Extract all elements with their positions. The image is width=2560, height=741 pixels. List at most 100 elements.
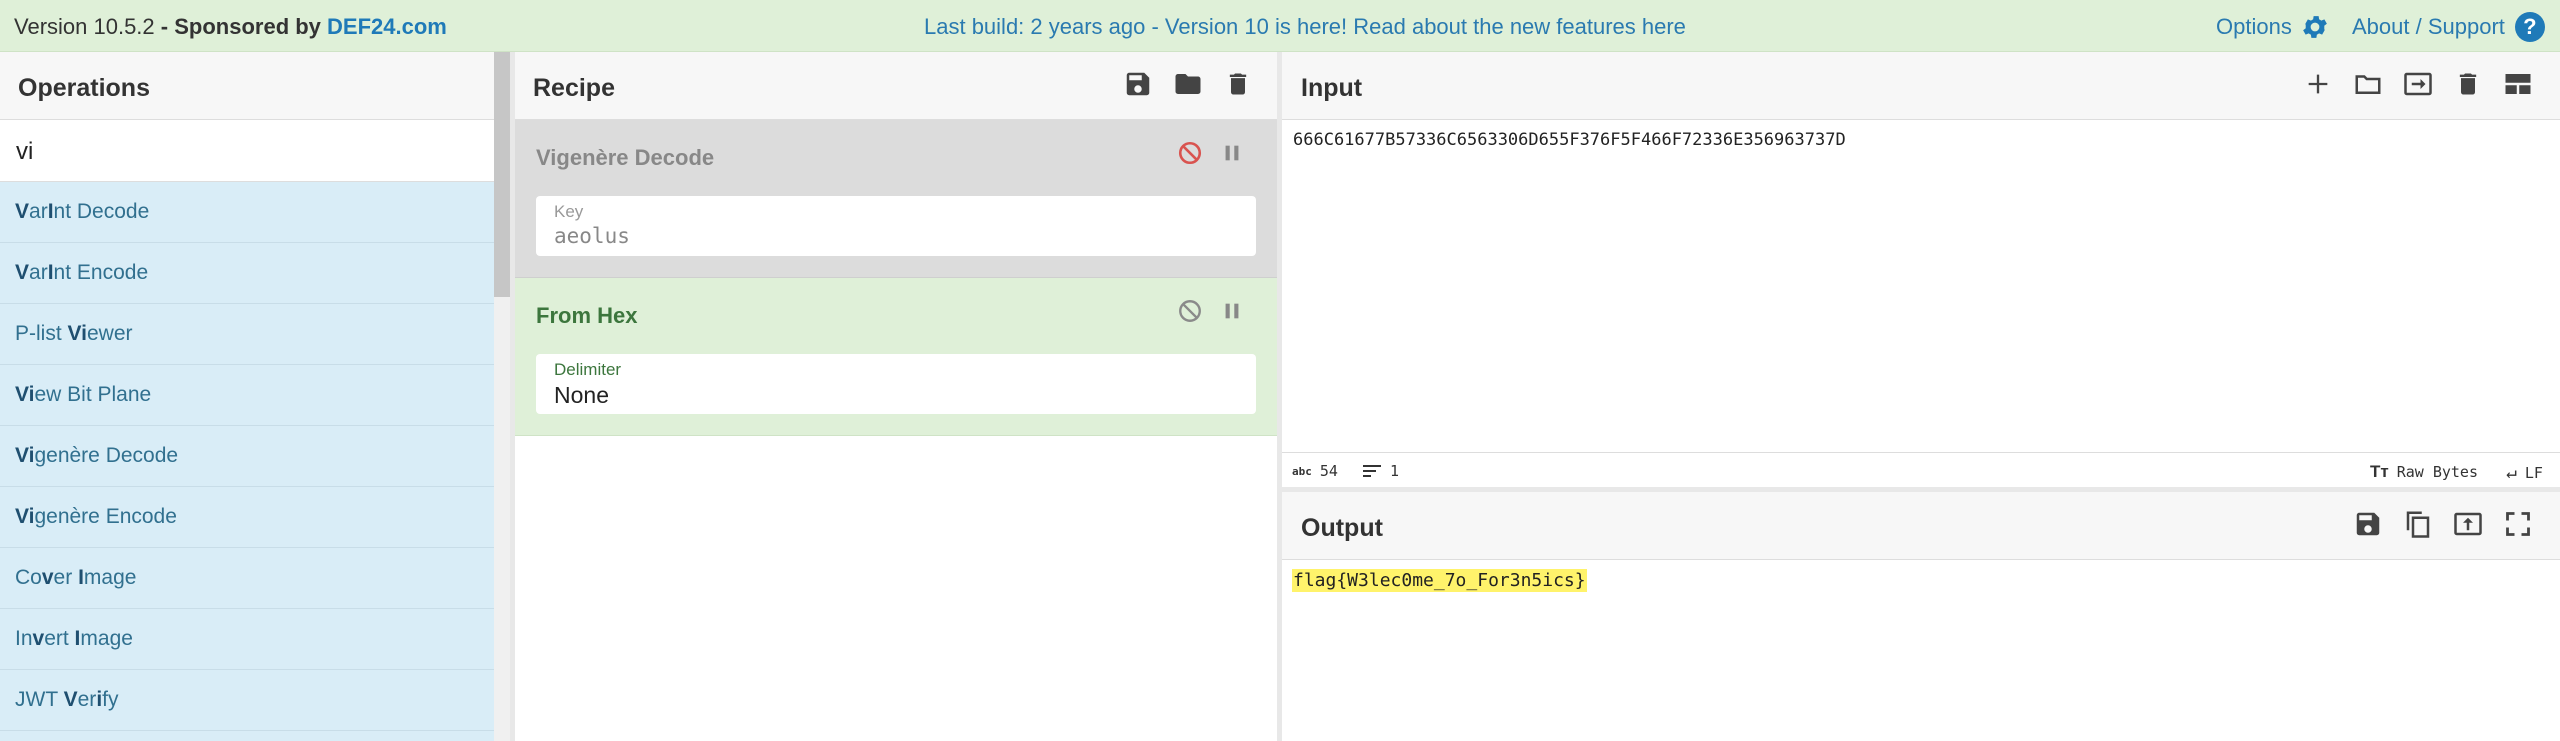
lines-status: 1 bbox=[1362, 462, 1399, 480]
text-size-icon: Tт bbox=[2370, 462, 2389, 481]
operation-item[interactable]: Vigenère Encode bbox=[0, 487, 494, 548]
maximize-icon[interactable] bbox=[2502, 508, 2534, 540]
options-button[interactable]: Options bbox=[2216, 12, 2330, 42]
operations-list: VarInt Decode VarInt Encode P-list Viewer V… bbox=[0, 182, 494, 741]
op-controls bbox=[1177, 298, 1243, 324]
open-file-icon[interactable] bbox=[2402, 68, 2434, 100]
operation-item-text: Vi bbox=[67, 322, 87, 345]
operations-panel: Operations vi VarInt Decode VarInt Encode… bbox=[0, 52, 494, 741]
operation-item-text: P-list bbox=[15, 322, 68, 345]
operation-item-text: Vi bbox=[15, 444, 35, 467]
delimiter-label: Delimiter bbox=[554, 360, 622, 379]
recipe-op-from-hex[interactable]: From Hex Delimiter None bbox=[515, 278, 1277, 436]
pause-icon[interactable] bbox=[1221, 299, 1243, 323]
build-notice-link[interactable]: Last build: 2 years ago - Version 10 is … bbox=[924, 14, 1686, 40]
help-icon: ? bbox=[2514, 12, 2545, 42]
input-toolbar bbox=[2302, 68, 2534, 100]
sponsor-link[interactable]: DEF24.com bbox=[327, 14, 447, 39]
folder-icon[interactable] bbox=[1172, 68, 1204, 100]
output-textarea[interactable]: flag{W3lec0me_7o_For3n5ics} bbox=[1282, 560, 2560, 592]
operation-item[interactable]: VarInt Encode bbox=[0, 243, 494, 304]
input-panel: Input 666C61677B57336C6563306D655F376F5F… bbox=[1282, 52, 2560, 487]
operation-item[interactable]: View Bit Plane bbox=[0, 365, 494, 426]
recipe-op-vigenere-decode[interactable]: Vigenère Decode Key aeolus bbox=[515, 120, 1277, 278]
operation-item-text: ert bbox=[44, 627, 75, 650]
key-field[interactable]: Key aeolus bbox=[536, 196, 1256, 256]
operation-item-text: In bbox=[15, 627, 33, 650]
operation-item-text: V bbox=[15, 200, 30, 223]
operation-item-text: ew Bit Plane bbox=[34, 383, 152, 406]
pause-icon[interactable] bbox=[1221, 141, 1243, 165]
delimiter-value: None bbox=[554, 382, 609, 408]
recipe-panel: Recipe Vigenère Decode Key aeolus From H… bbox=[515, 52, 1277, 741]
operation-item-text: genère Decode bbox=[34, 444, 179, 467]
add-tab-icon[interactable] bbox=[2302, 68, 2334, 100]
op-controls bbox=[1177, 140, 1243, 166]
operation-item-text: JWT bbox=[15, 688, 64, 711]
delimiter-field[interactable]: Delimiter None bbox=[536, 354, 1256, 414]
operation-item-text: nt Encode bbox=[53, 261, 149, 284]
lines-value: 1 bbox=[1390, 462, 1400, 480]
operation-item[interactable]: JWT Verify bbox=[0, 670, 494, 731]
operations-title: Operations bbox=[18, 74, 150, 102]
operation-item-text: v bbox=[41, 566, 54, 589]
sponsored-label: - Sponsored by bbox=[160, 14, 321, 39]
operation-item[interactable]: P-list Viewer bbox=[0, 304, 494, 365]
recipe-header: Recipe bbox=[515, 52, 1277, 120]
output-title: Output bbox=[1301, 514, 1383, 542]
layout-icon[interactable] bbox=[2502, 68, 2534, 100]
about-support-button[interactable]: About / Support ? bbox=[2352, 12, 2545, 42]
operation-item-text: Co bbox=[15, 566, 42, 589]
operation-item-text: genère Encode bbox=[34, 505, 177, 528]
eol-status[interactable]: ↵ LF bbox=[2506, 462, 2543, 483]
operation-item[interactable]: VarInt Decode bbox=[0, 182, 494, 243]
length-status: abc 54 bbox=[1292, 462, 1338, 480]
operations-scrollbar[interactable] bbox=[494, 52, 510, 741]
recipe-toolbar bbox=[1122, 68, 1254, 100]
copy-icon[interactable] bbox=[2402, 508, 2434, 540]
operation-item-text: ar bbox=[29, 200, 48, 223]
version-label: Version 10.5.2 bbox=[14, 14, 155, 39]
encoding-value: Raw Bytes bbox=[2396, 463, 2478, 481]
trash-icon[interactable] bbox=[2452, 68, 2484, 100]
operation-item-text: v bbox=[32, 627, 45, 650]
abc-icon: abc bbox=[1292, 464, 1312, 478]
operation-item[interactable]: Invert Image bbox=[0, 609, 494, 670]
operation-item-text: er bbox=[53, 566, 79, 589]
length-value: 54 bbox=[1319, 462, 1338, 480]
operation-item-text: fy bbox=[102, 688, 119, 711]
disable-icon[interactable] bbox=[1177, 140, 1203, 166]
operations-search-input[interactable]: vi bbox=[0, 120, 494, 182]
top-banner: Version 10.5.2 - Sponsored by DEF24.com … bbox=[0, 0, 2560, 52]
operation-item-text: er bbox=[77, 688, 97, 711]
output-panel: Output flag{W3lec0me_7o_For3n5ics} bbox=[1282, 492, 2560, 741]
operation-item[interactable]: Cover Image bbox=[0, 548, 494, 609]
operation-item-text: Vi bbox=[15, 383, 35, 406]
output-value: flag{W3lec0me_7o_For3n5ics} bbox=[1292, 569, 1587, 592]
save-icon[interactable] bbox=[1122, 68, 1154, 100]
operation-item[interactable]: Vigenère Decode bbox=[0, 426, 494, 487]
lines-icon bbox=[1363, 465, 1381, 477]
operation-item-text: mage bbox=[80, 627, 133, 650]
operation-item-text: ar bbox=[29, 261, 48, 284]
operation-item-text: nt Decode bbox=[53, 200, 150, 223]
open-folder-icon[interactable] bbox=[2352, 68, 2384, 100]
operation-item-text: Vi bbox=[15, 505, 35, 528]
input-status-bar: abc 54 1 Tт Raw Bytes ↵ LF bbox=[1282, 452, 2560, 487]
key-label: Key bbox=[554, 202, 584, 221]
save-icon[interactable] bbox=[2352, 508, 2384, 540]
replace-input-icon[interactable] bbox=[2452, 508, 2484, 540]
disable-icon[interactable] bbox=[1177, 298, 1203, 324]
op-name: Vigenère Decode bbox=[536, 145, 715, 170]
input-title: Input bbox=[1301, 74, 1363, 102]
return-icon: ↵ bbox=[2506, 462, 2517, 483]
scrollbar-thumb[interactable] bbox=[494, 52, 510, 297]
input-textarea[interactable]: 666C61677B57336C6563306D655F376F5F466F72… bbox=[1282, 120, 2560, 150]
trash-icon[interactable] bbox=[1222, 68, 1254, 100]
encoding-status[interactable]: Tт Raw Bytes bbox=[2370, 462, 2478, 482]
op-name: From Hex bbox=[536, 303, 638, 328]
output-toolbar bbox=[2352, 508, 2534, 540]
operations-header: Operations bbox=[0, 52, 494, 120]
operation-item-text: V bbox=[63, 688, 78, 711]
key-value: aeolus bbox=[554, 224, 630, 248]
